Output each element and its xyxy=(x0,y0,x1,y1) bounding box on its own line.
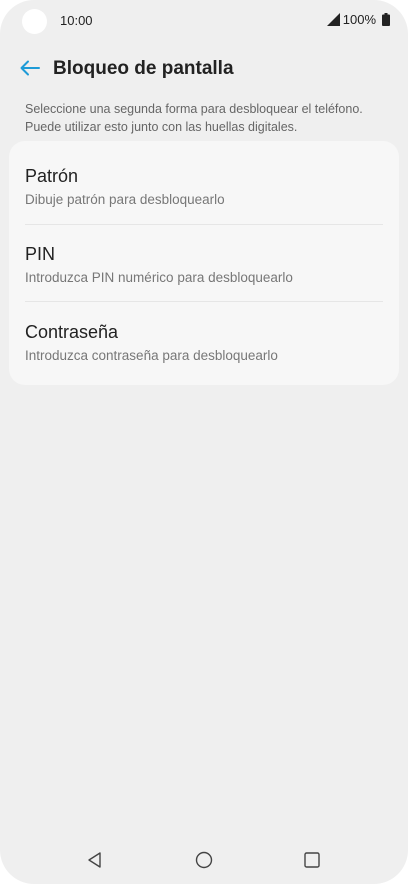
screen-description: Seleccione una segunda forma para desblo… xyxy=(25,102,363,134)
option-password[interactable]: Contraseña Introduzca contraseña para de… xyxy=(9,297,399,374)
page-title: Bloqueo de pantalla xyxy=(53,58,234,79)
option-title: PIN xyxy=(25,244,56,264)
status-indicators: 100% xyxy=(326,12,390,27)
battery-icon xyxy=(382,13,390,26)
nav-back-button[interactable] xyxy=(85,850,105,870)
back-button[interactable] xyxy=(16,54,44,82)
option-pin[interactable]: PIN Introduzca PIN numérico para desbloq… xyxy=(9,219,399,296)
triangle-back-icon xyxy=(88,852,101,868)
front-camera xyxy=(22,9,47,34)
battery-percent: 100% xyxy=(342,12,376,27)
option-title: Patrón xyxy=(25,166,79,186)
option-subtitle: Introduzca contraseña para desbloquearlo xyxy=(25,348,278,363)
signal-icon xyxy=(326,13,340,26)
nav-home-button[interactable] xyxy=(194,850,214,870)
unlock-options-card: Patrón Dibuje patrón para desbloquearlo … xyxy=(9,141,399,385)
arrow-left-icon xyxy=(20,60,40,76)
circle-home-icon xyxy=(195,851,213,869)
nav-recents-button[interactable] xyxy=(302,850,322,870)
option-pattern[interactable]: Patrón Dibuje patrón para desbloquearlo xyxy=(9,141,399,218)
navigation-bar xyxy=(0,836,408,884)
status-bar: 10:00 100% xyxy=(0,0,408,40)
phone-screen: 10:00 100% Bloqueo de pantalla Seleccion… xyxy=(0,0,408,884)
status-time: 10:00 xyxy=(60,13,93,28)
square-recents-icon xyxy=(304,852,320,868)
app-bar: Bloqueo de pantalla xyxy=(0,50,408,86)
option-title: Contraseña xyxy=(25,322,119,342)
option-subtitle: Dibuje patrón para desbloquearlo xyxy=(25,192,225,207)
option-subtitle: Introduzca PIN numérico para desbloquear… xyxy=(25,270,293,285)
